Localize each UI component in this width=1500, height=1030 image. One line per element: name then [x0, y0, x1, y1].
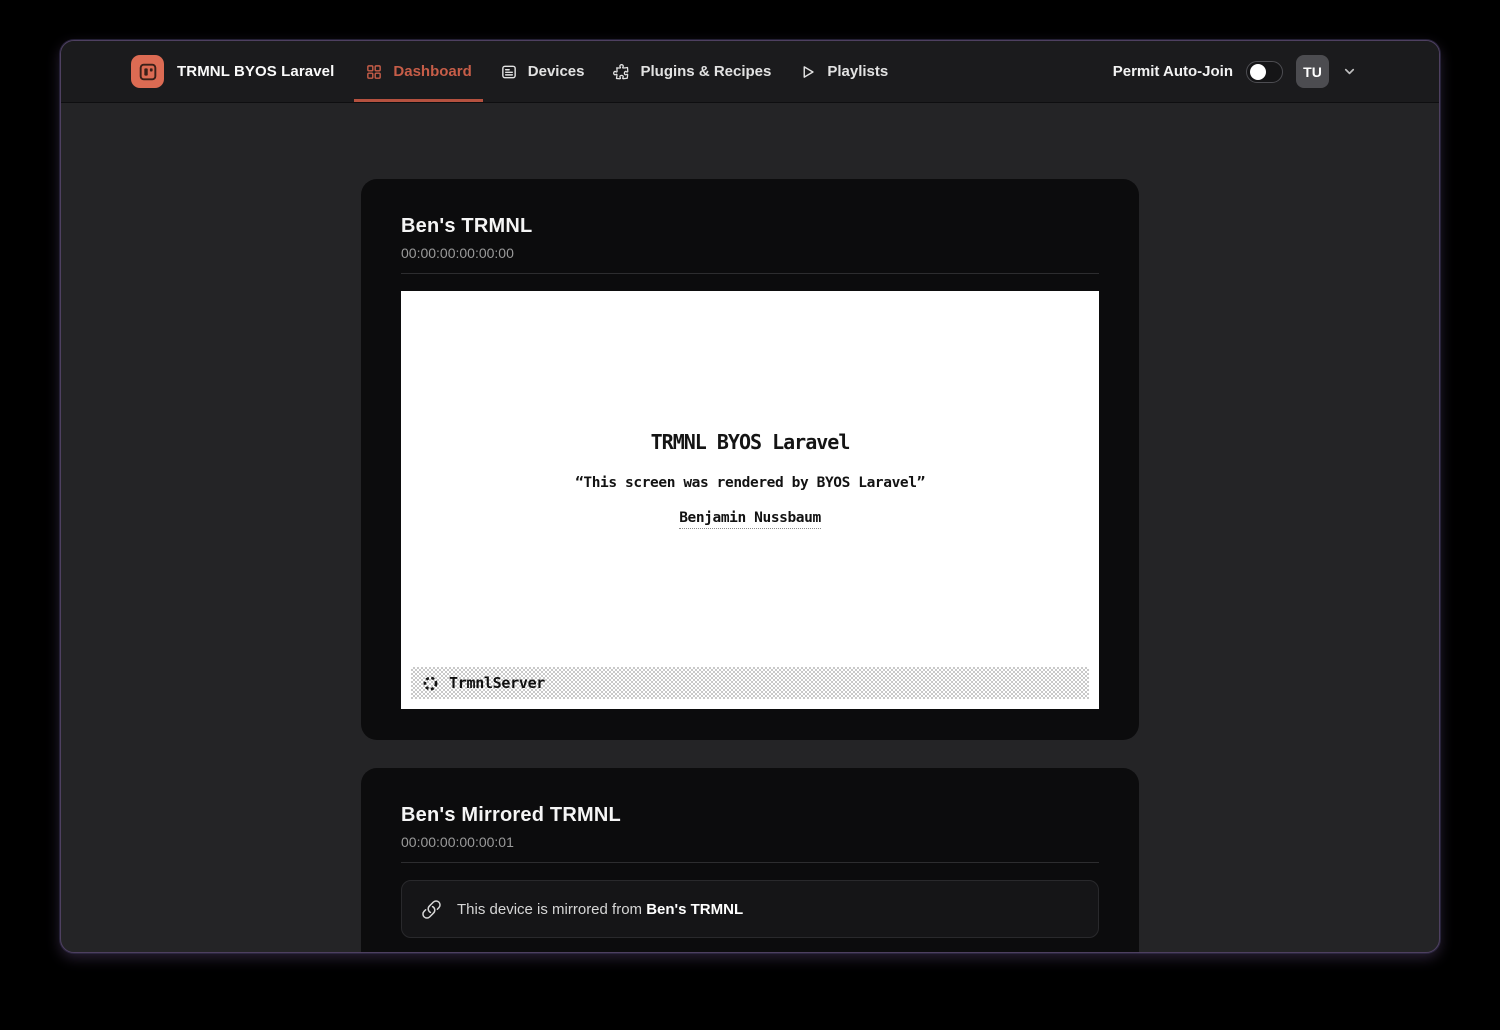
- puzzle-icon: [612, 63, 630, 81]
- mirror-notice-text: This device is mirrored from Ben's TRMNL: [457, 901, 743, 918]
- trmnl-device-icon: [131, 55, 164, 88]
- main-content: Ben's TRMNL 00:00:00:00:00:00 TRMNL BYOS…: [61, 103, 1439, 953]
- grid-icon: [365, 63, 383, 81]
- tab-dashboard[interactable]: Dashboard: [354, 41, 482, 102]
- permit-auto-join-toggle[interactable]: [1246, 61, 1283, 83]
- spinner-icon: [422, 675, 439, 692]
- divider: [401, 273, 1099, 274]
- permit-auto-join-label: Permit Auto-Join: [1113, 63, 1233, 80]
- screen-author-link: Benjamin Nussbaum: [679, 510, 821, 529]
- app-window: TRMNL BYOS Laravel Dashboard: [60, 40, 1440, 953]
- device-card-bens-mirrored-trmnl: Ben's Mirrored TRMNL 00:00:00:00:00:01 T…: [361, 768, 1139, 953]
- divider: [401, 862, 1099, 863]
- device-mac-address: 00:00:00:00:00:01: [401, 834, 1099, 850]
- nav-tabs: Dashboard Devices Plugins & Recipes: [354, 41, 905, 102]
- tab-label: Plugins & Recipes: [640, 63, 771, 80]
- mirror-notice: This device is mirrored from Ben's TRMNL: [401, 880, 1099, 938]
- toggle-knob: [1250, 64, 1266, 80]
- tab-devices[interactable]: Devices: [489, 41, 596, 102]
- screen-heading: TRMNL BYOS Laravel: [651, 430, 850, 454]
- avatar[interactable]: TU: [1296, 55, 1329, 88]
- tab-label: Playlists: [827, 63, 888, 80]
- tab-label: Devices: [528, 63, 585, 80]
- top-navbar: TRMNL BYOS Laravel Dashboard: [61, 41, 1439, 103]
- device-name: Ben's Mirrored TRMNL: [401, 804, 1099, 827]
- device-list-icon: [500, 63, 518, 81]
- navbar-right: Permit Auto-Join TU: [1113, 55, 1357, 88]
- tab-label: Dashboard: [393, 63, 471, 80]
- play-icon: [799, 63, 817, 81]
- tab-playlists[interactable]: Playlists: [788, 41, 899, 102]
- screen-status-label: TrmnlServer: [449, 674, 545, 692]
- link-icon: [421, 899, 442, 920]
- brand: TRMNL BYOS Laravel: [131, 55, 334, 88]
- screen-content: TRMNL BYOS Laravel “This screen was rend…: [401, 291, 1099, 667]
- mirror-source-device: Ben's TRMNL: [646, 901, 743, 918]
- tab-plugins-recipes[interactable]: Plugins & Recipes: [601, 41, 782, 102]
- device-mac-address: 00:00:00:00:00:00: [401, 245, 1099, 261]
- device-name: Ben's TRMNL: [401, 215, 1099, 238]
- app-title: TRMNL BYOS Laravel: [177, 63, 334, 80]
- screen-status-bar: TrmnlServer: [411, 667, 1089, 699]
- chevron-down-icon[interactable]: [1342, 64, 1357, 79]
- eink-screen-preview: TRMNL BYOS Laravel “This screen was rend…: [401, 291, 1099, 709]
- device-card-bens-trmnl: Ben's TRMNL 00:00:00:00:00:00 TRMNL BYOS…: [361, 179, 1139, 740]
- screen-quote: “This screen was rendered by BYOS Larave…: [575, 475, 925, 491]
